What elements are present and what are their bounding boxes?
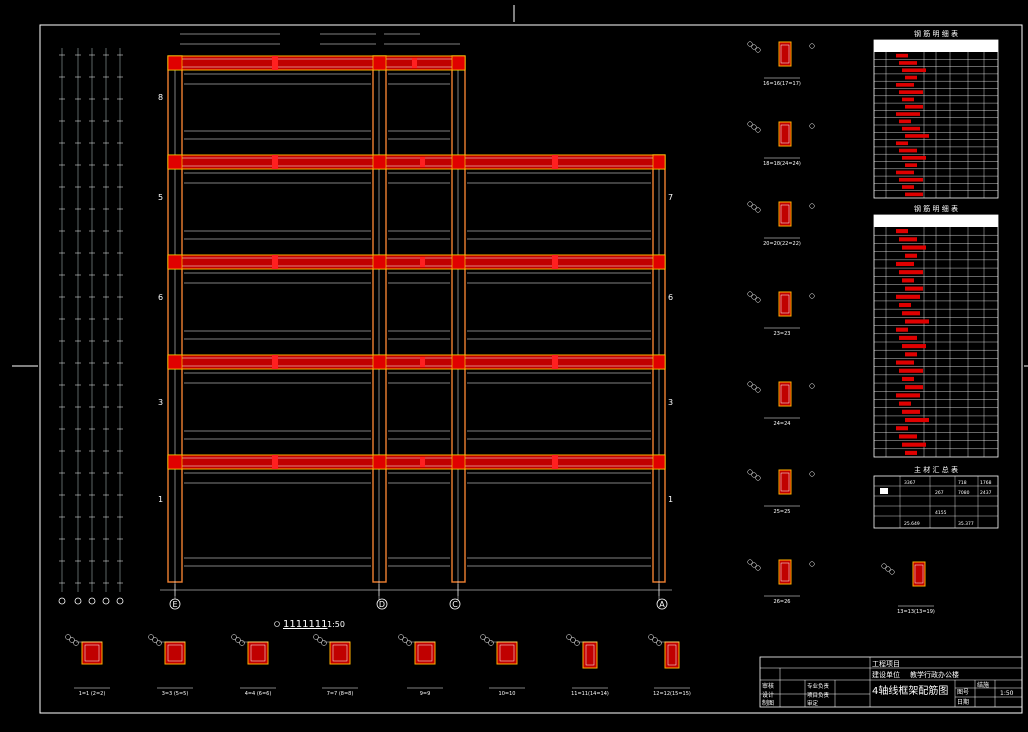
right-section-7: 26=26 [747, 559, 815, 605]
floor-mark-left-4: 3 [158, 398, 163, 407]
floor-mark-left-5: 1 [158, 495, 163, 504]
floor-mark-left-2: 5 [158, 193, 163, 202]
floor-mark-right-2: 6 [668, 293, 673, 302]
frame-columns [167, 55, 666, 583]
frame-column-inner [174, 56, 660, 582]
right-section-label-3: 20=20(22=22) [763, 241, 801, 247]
title-block-project: 工程项目 [872, 659, 900, 668]
right-section-2: 18=18(24=24) [747, 121, 815, 167]
bottom-section-label-6: 10=10 [499, 691, 516, 697]
bottom-section-4: 7=7 (8=8) [313, 634, 358, 697]
bottom-section-1: 1=1 (2=2) [65, 634, 110, 697]
right-section-label-7: 26=26 [774, 599, 791, 605]
bottom-section-5: 9=9 [398, 634, 443, 697]
svg-text:审核: 审核 [762, 682, 774, 690]
bottom-section-label-3: 4=4 (6=6) [245, 691, 272, 697]
frame-beams [167, 55, 666, 470]
top-dimensions [180, 33, 460, 45]
svg-text:35.377: 35.377 [958, 521, 974, 527]
axis-label-d: D [379, 600, 385, 609]
rebar-table-2: 钢 筋 明 细 表 [873, 204, 999, 458]
svg-text:制图: 制图 [762, 699, 774, 707]
table2-title: 钢 筋 明 细 表 [914, 204, 958, 213]
bottom-section-label-2: 3=3 (5=5) [162, 691, 189, 697]
left-level-circles [58, 597, 124, 605]
bottom-section-label-8: 12=12(15=15) [653, 691, 691, 697]
svg-text:1:50: 1:50 [1000, 690, 1014, 697]
floor-mark-right-3: 3 [668, 398, 673, 407]
right-section-6: 25=25 [747, 469, 815, 515]
right-section-3: 20=20(22=22) [747, 201, 815, 247]
title-block-client: 建设单位 [872, 670, 900, 679]
axis-bubbles [169, 598, 668, 610]
bottom-section-2: 3=3 (5=5) [148, 634, 193, 697]
floor-mark-left-1: 8 [158, 93, 163, 102]
floor-mark-right-4: 1 [668, 495, 673, 504]
right-section-8: 13=13(13=19) [881, 561, 935, 615]
right-section-label-6: 25=25 [774, 509, 791, 515]
summary-title: 主 材 汇 总 表 [914, 465, 958, 474]
svg-text:2437: 2437 [980, 490, 992, 496]
bottom-section-3: 4=4 (6=6) [231, 634, 276, 697]
bottom-section-7: 11=11(14=14) [566, 634, 609, 697]
right-section-label-5: 24=24 [774, 421, 791, 427]
right-section-label-8: 13=13(13=19) [897, 609, 935, 615]
svg-text:25.649: 25.649 [904, 521, 920, 527]
bottom-section-label-7: 11=11(14=14) [571, 691, 609, 697]
bottom-section-8: 12=12(15=15) [648, 634, 691, 697]
svg-text:设计: 设计 [762, 691, 774, 699]
bottom-section-label-5: 9=9 [420, 691, 431, 697]
rebar-table-1: 钢 筋 明 细 表 [873, 29, 999, 199]
right-section-label-1: 16=16(17=17) [763, 81, 801, 87]
left-dimension-chains [61, 48, 121, 592]
svg-text:项目负责: 项目负责 [807, 691, 830, 699]
svg-text:审定: 审定 [807, 699, 819, 707]
title-block: 工程项目 建设单位 教学行政办公楼 审核 设计 制图 专业负责 项目负责 审定 … [759, 656, 1023, 708]
svg-text:专业负责: 专业负责 [807, 682, 830, 690]
right-section-label-2: 18=18(24=24) [763, 161, 801, 167]
svg-text:结施: 结施 [977, 681, 989, 689]
svg-text:3367: 3367 [904, 480, 916, 486]
right-section-1: 16=16(17=17) [747, 41, 815, 87]
bottom-dimension [160, 582, 672, 600]
right-section-5: 24=24 [747, 381, 815, 427]
left-dimension-ticks [59, 54, 123, 584]
svg-text:7080: 7080 [958, 490, 970, 496]
title-block-building: 教学行政办公楼 [910, 670, 959, 679]
scale-ratio: 1:50 [327, 620, 345, 629]
drawing-title: 4轴线框架配筋图 [872, 684, 948, 697]
svg-text:图号: 图号 [957, 689, 969, 696]
scale-marker-icon [274, 621, 280, 627]
table1-title: 钢 筋 明 细 表 [914, 29, 958, 38]
floor-mark-left-3: 6 [158, 293, 163, 302]
bottom-section-details: 1=1 (2=2) 3=3 (5=5) 4=4 (6=6) 7=7 (8=8) 9=9 1… [65, 634, 691, 697]
axis-label-c: C [452, 600, 458, 609]
svg-text:267: 267 [935, 490, 944, 496]
svg-text:718: 718 [958, 480, 967, 486]
bottom-section-6: 10=10 [480, 634, 525, 697]
bottom-section-label-4: 7=7 (8=8) [327, 691, 354, 697]
svg-text:1768: 1768 [980, 480, 992, 486]
svg-text:4155: 4155 [935, 510, 947, 516]
svg-text:日期: 日期 [957, 698, 969, 706]
drawing-sheet: E D C A 8 5 6 3 1 7 6 3 1 1111111 1:50 1… [12, 5, 1028, 714]
axis-label-a: A [659, 600, 665, 609]
right-section-label-4: 23=23 [774, 331, 791, 337]
scale-label: 1111111 [283, 619, 328, 630]
bottom-section-label-1: 1=1 (2=2) [79, 691, 106, 697]
right-section-4: 23=23 [747, 291, 815, 337]
material-summary-table: 主 材 汇 总 表 3367 718 1768 267 7080 2437 41… [873, 465, 999, 529]
floor-mark-right-1: 7 [668, 193, 673, 202]
inner-dimension-lines [184, 73, 651, 567]
axis-label-e: E [172, 600, 177, 609]
